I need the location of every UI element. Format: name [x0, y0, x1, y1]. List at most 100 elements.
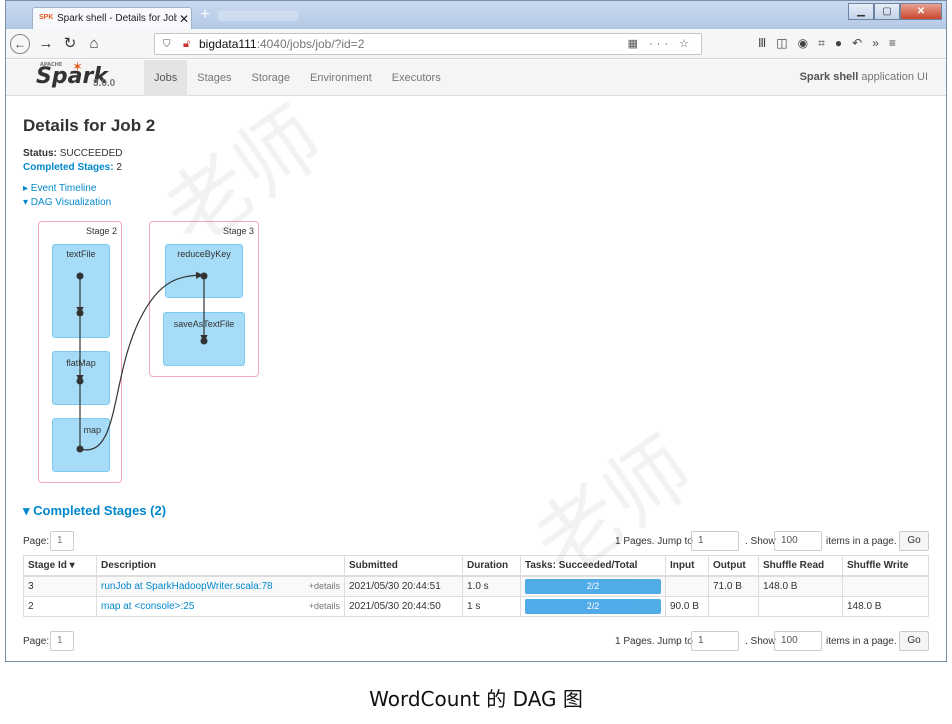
dag-visualization: Stage 2 textFile flatMap map Stage 3 red… [30, 219, 270, 489]
completed-stages-link[interactable]: Completed Stages: [23, 162, 114, 173]
shield-icon[interactable]: ⛉ [163, 39, 177, 50]
column-header[interactable]: Tasks: Succeeded/Total [520, 555, 666, 577]
page-actions-icon[interactable]: ▦ ··· ☆ [628, 37, 693, 50]
column-header[interactable]: Stage Id ▾ [23, 555, 97, 577]
pager-bottom: Page: 1 1 Pages. Jump to 1 . Show 100 it… [23, 631, 929, 651]
event-timeline-toggle[interactable]: ▸ Event Timeline [23, 183, 96, 194]
completed-stages-header[interactable]: ▾ Completed Stages (2) [23, 503, 166, 519]
window-controls: ▁ ▢ ✕ [848, 3, 942, 20]
shuffle-write-cell: 148.0 B [842, 595, 929, 617]
dag-rdd-flatmap[interactable]: flatMap [52, 351, 110, 405]
app-name: Spark shell application UI [799, 71, 928, 83]
shuffle-read-cell: 148.0 B [758, 575, 843, 597]
page-content: Details for Job 2 Status: SUCCEEDED Comp… [6, 97, 946, 661]
tab-title: Spark shell - Details for Job [57, 13, 177, 24]
stage-id-cell: 3 [23, 575, 97, 597]
home-icon[interactable]: ⌂ [84, 34, 104, 54]
maximize-button[interactable]: ▢ [874, 3, 900, 20]
output-cell [708, 595, 759, 617]
browser-window: SPK Spark shell - Details for Job ✕ + ▁ … [5, 0, 947, 662]
library-icon[interactable]: Ⅲ [758, 36, 766, 51]
minimize-button[interactable]: ▁ [848, 3, 874, 20]
pager-top: Page: 1 1 Pages. Jump to 1 . Show 100 it… [23, 531, 929, 551]
shuffle-write-cell [842, 575, 929, 597]
dag-visualization-toggle[interactable]: ▾ DAG Visualization [23, 197, 111, 208]
submitted-cell: 2021/05/30 20:44:50 [344, 595, 463, 617]
dag-stage-2[interactable]: Stage 2 textFile flatMap map [38, 221, 122, 483]
duration-cell: 1.0 s [462, 575, 521, 597]
dag-stage-label: Stage 3 [222, 226, 254, 236]
stage-description-link[interactable]: runJob at SparkHadoopWriter.scala:78 [101, 581, 273, 592]
stage-id-cell: 2 [23, 595, 97, 617]
dag-rdd-saveastextfile[interactable]: saveAsTextFile [163, 312, 245, 366]
menu-stages[interactable]: Stages [187, 60, 241, 96]
input-cell: 90.0 B [665, 595, 709, 617]
menu-storage[interactable]: Storage [242, 60, 301, 96]
column-header[interactable]: Description [96, 555, 345, 577]
duration-cell: 1 s [462, 595, 521, 617]
go-button[interactable]: Go [899, 631, 929, 651]
overflow-icon[interactable]: » [872, 36, 879, 51]
submitted-cell: 2021/05/30 20:44:51 [344, 575, 463, 597]
menu-environment[interactable]: Environment [300, 60, 382, 96]
url-host: bigdata111 [199, 37, 257, 51]
forward-arrow-icon[interactable]: → [36, 34, 56, 54]
chat-icon[interactable]: ● [835, 36, 842, 51]
dag-stage-3[interactable]: Stage 3 reduceByKey saveAsTextFile [149, 221, 259, 377]
job-status: Status: SUCCEEDED [23, 148, 123, 159]
tasks-cell: 2/2 [520, 575, 666, 597]
address-bar[interactable]: ⛉ 🔓︎ bigdata111 :4040/jobs/job/?id=2 ▦ ·… [154, 33, 702, 55]
dag-rdd-reducebykey[interactable]: reduceByKey [165, 244, 243, 298]
column-header[interactable]: Submitted [344, 555, 463, 577]
sidebar-icon[interactable]: ◫ [776, 36, 787, 51]
page-size-input[interactable]: 100 [774, 531, 822, 551]
description-cell: runJob at SparkHadoopWriter.scala:78 +det… [96, 575, 345, 597]
stage-description-link[interactable]: map at <console>:25 [101, 601, 194, 612]
table-header-row: Stage Id ▾ Description Submitted Duratio… [23, 555, 929, 577]
extension-icon[interactable]: ◉ [798, 36, 808, 51]
completed-stages-count: Completed Stages: 2 [23, 162, 122, 173]
column-header[interactable]: Duration [462, 555, 521, 577]
dag-rdd-map[interactable]: map [52, 418, 110, 472]
page-number-input[interactable]: 1 [50, 531, 74, 551]
page-number-input[interactable]: 1 [50, 631, 74, 651]
dag-rdd-textfile[interactable]: textFile [52, 244, 110, 338]
tasks-cell: 2/2 [520, 595, 666, 617]
menu-executors[interactable]: Executors [382, 60, 451, 96]
jump-to-page-input[interactable]: 1 [691, 631, 739, 651]
spark-version: 3.0.0 [93, 78, 116, 89]
background-tab[interactable] [218, 11, 298, 21]
page-size-input[interactable]: 100 [774, 631, 822, 651]
shuffle-read-cell [758, 595, 843, 617]
undo-icon[interactable]: ↶ [852, 36, 862, 51]
browser-toolbar-icons: Ⅲ ◫ ◉ ⌗ ● ↶ » ≡ [758, 36, 896, 51]
tasks-progress-bar: 2/2 [525, 598, 661, 614]
main-menu: Jobs Stages Storage Environment Executor… [144, 60, 451, 96]
column-header[interactable]: Shuffle Write [842, 555, 929, 577]
jump-to-page-input[interactable]: 1 [691, 531, 739, 551]
page-title: Details for Job 2 [23, 116, 156, 135]
screenshot-icon[interactable]: ⌗ [818, 36, 825, 51]
details-toggle[interactable]: +details [309, 581, 340, 591]
window-close-button[interactable]: ✕ [900, 3, 942, 20]
close-tab-icon[interactable]: ✕ [177, 12, 191, 26]
column-header[interactable]: Shuffle Read [758, 555, 843, 577]
tasks-progress-bar: 2/2 [525, 578, 661, 594]
insecure-lock-icon[interactable]: 🔓︎ [183, 38, 199, 51]
reload-icon[interactable]: ↻ [60, 34, 80, 54]
spark-navbar: APACHE Spark ✶ 3.0.0 Jobs Stages Storage… [6, 60, 946, 96]
new-tab-icon[interactable]: + [196, 7, 214, 25]
menu-icon[interactable]: ≡ [889, 36, 896, 51]
menu-jobs[interactable]: Jobs [144, 60, 188, 96]
input-cell [665, 575, 709, 597]
column-header[interactable]: Output [708, 555, 759, 577]
details-toggle[interactable]: +details [309, 601, 340, 611]
figure-caption: WordCount 的 DAG 图 [369, 687, 583, 711]
table-row: 2 map at <console>:25 +details 2021/05/30… [23, 595, 929, 617]
spark-star-icon: ✶ [72, 60, 83, 75]
back-arrow-icon[interactable]: ← [10, 34, 30, 54]
browser-tab[interactable]: SPK Spark shell - Details for Job ✕ [32, 7, 192, 29]
go-button[interactable]: Go [899, 531, 929, 551]
spark-favicon-icon: SPK [39, 13, 54, 21]
column-header[interactable]: Input [665, 555, 709, 577]
